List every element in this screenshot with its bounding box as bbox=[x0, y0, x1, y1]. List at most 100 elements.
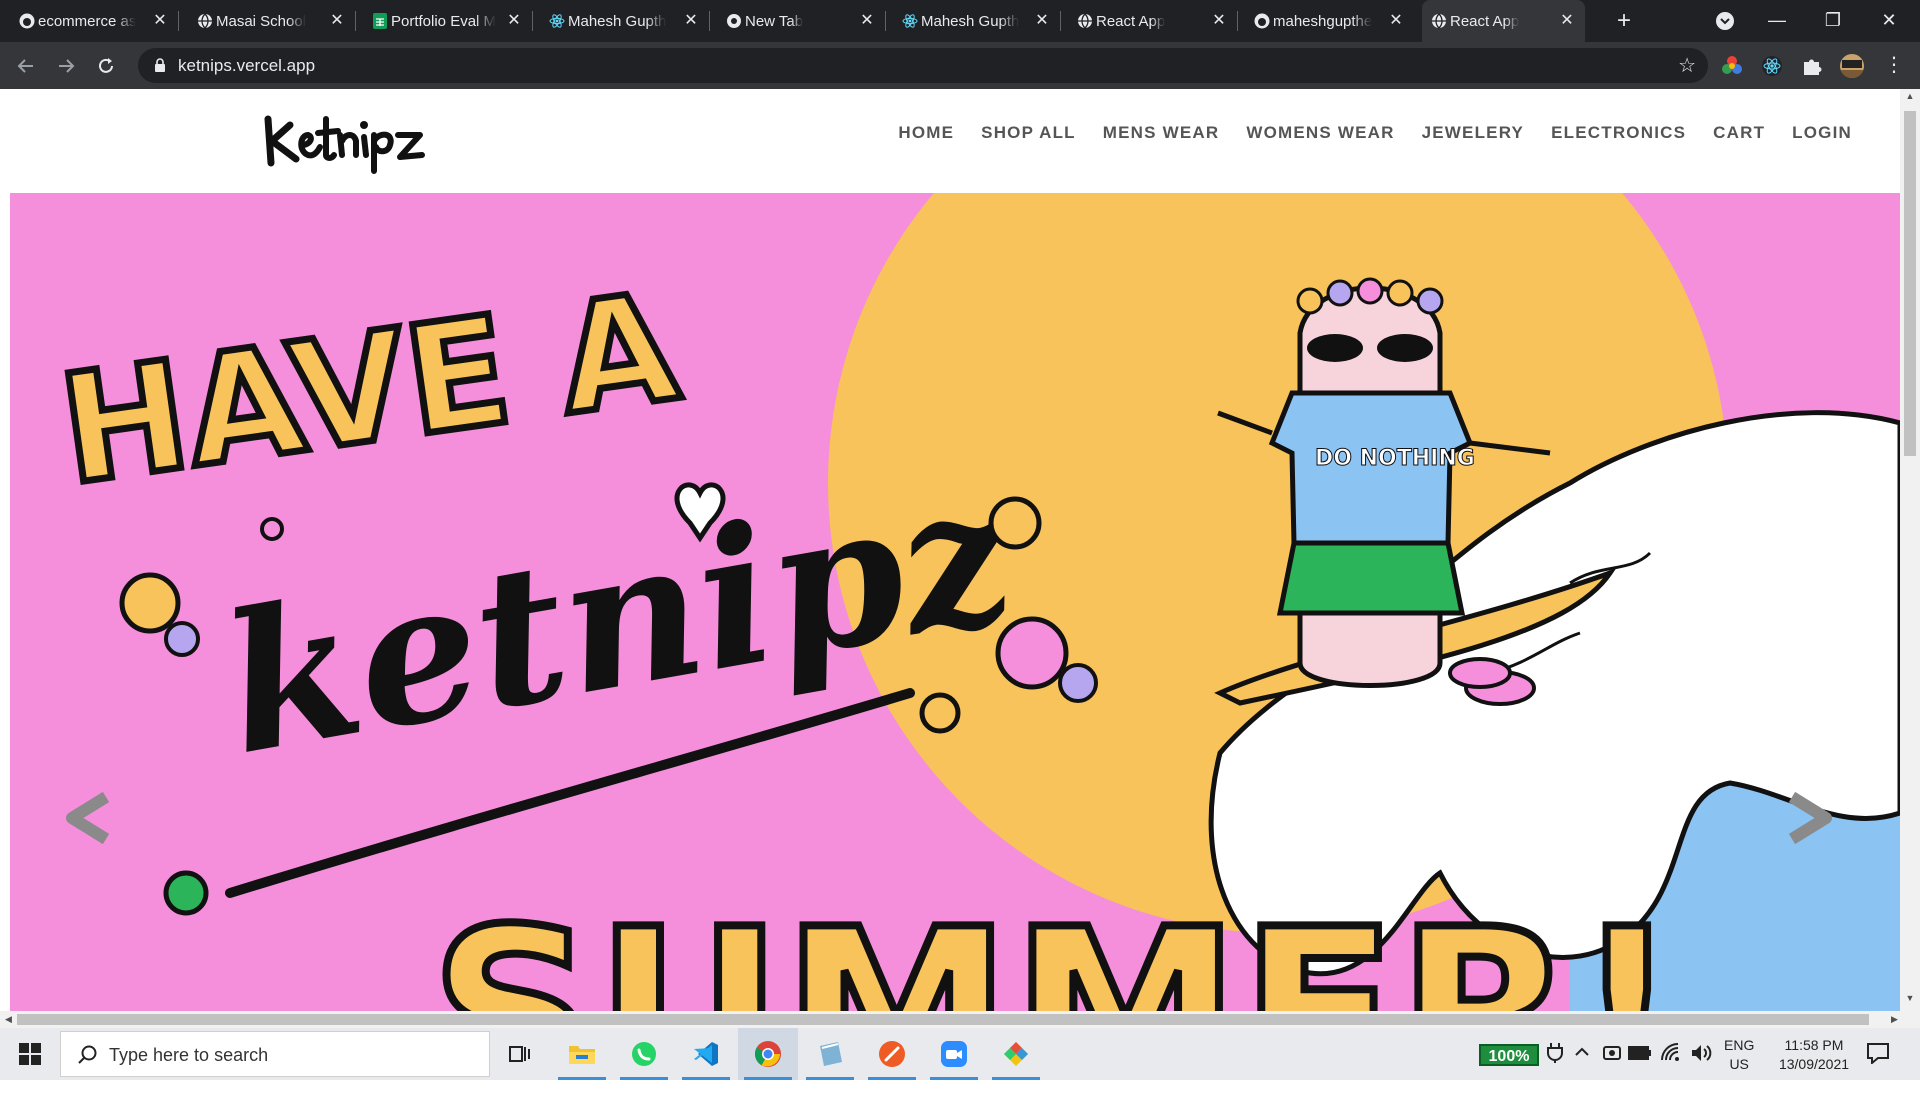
tab-close-button[interactable]: ✕ bbox=[857, 11, 877, 31]
tab-close-button[interactable]: ✕ bbox=[150, 11, 170, 31]
show-hidden-icons-chevron-icon[interactable] bbox=[1572, 1042, 1592, 1094]
tab-search-button[interactable] bbox=[1700, 0, 1750, 42]
tab-close-button[interactable]: ✕ bbox=[327, 11, 347, 31]
tab-separator bbox=[709, 11, 710, 31]
file-explorer-button[interactable] bbox=[552, 1028, 612, 1080]
bookmark-star-icon[interactable]: ☆ bbox=[1678, 53, 1696, 78]
scroll-left-arrow[interactable]: ◀ bbox=[0, 1011, 17, 1028]
flower-doodle bbox=[119, 572, 181, 634]
arrow-left-icon bbox=[17, 59, 33, 73]
carousel-prev-button[interactable] bbox=[58, 783, 118, 853]
github-icon bbox=[1253, 12, 1271, 30]
browser-tab[interactable]: ecommerce as ✕ bbox=[10, 0, 179, 42]
language-indicator[interactable]: ENG US bbox=[1724, 1036, 1754, 1088]
browser-tab[interactable]: Mahesh Gupth ✕ bbox=[893, 0, 1061, 42]
vscode-button[interactable] bbox=[676, 1028, 736, 1080]
browser-menu-button[interactable]: ⋮ bbox=[1878, 50, 1910, 82]
tab-separator bbox=[355, 11, 356, 31]
headline-bottom: SUMMER! bbox=[430, 881, 1679, 1011]
horizontal-scroll-thumb[interactable] bbox=[17, 1014, 1869, 1025]
new-tab-button[interactable]: + bbox=[1608, 6, 1640, 38]
browser-toolbar: ketnips.vercel.app ☆ ⋮ bbox=[0, 42, 1920, 89]
postman-button[interactable] bbox=[862, 1028, 922, 1080]
clock[interactable]: 11:58 PM 13/09/2021 bbox=[1764, 1036, 1864, 1088]
notification-center-icon[interactable] bbox=[1866, 1042, 1890, 1094]
zoom-button[interactable] bbox=[924, 1028, 984, 1080]
git-app-button[interactable] bbox=[986, 1028, 1046, 1080]
nav-link-mens-wear[interactable]: MENS WEAR bbox=[1103, 123, 1220, 143]
power-plug-icon[interactable] bbox=[1546, 1042, 1564, 1094]
wifi-icon[interactable] bbox=[1660, 1042, 1682, 1094]
react-icon bbox=[548, 12, 566, 30]
notes-app-button[interactable] bbox=[800, 1028, 860, 1080]
postman-icon bbox=[879, 1041, 905, 1067]
close-window-button[interactable]: ✕ bbox=[1864, 0, 1914, 42]
tab-close-button[interactable]: ✕ bbox=[1386, 11, 1406, 31]
grass-skirt bbox=[1276, 540, 1466, 616]
nav-link-cart[interactable]: CART bbox=[1713, 123, 1765, 143]
tab-close-button[interactable]: ✕ bbox=[1209, 11, 1229, 31]
meet-now-icon[interactable] bbox=[1602, 1043, 1622, 1095]
vertical-scrollbar[interactable]: ▲ ▼ bbox=[1900, 89, 1920, 1011]
minimize-button[interactable]: — bbox=[1752, 0, 1802, 42]
horizontal-scrollbar[interactable]: ◀ ▶ bbox=[0, 1011, 1920, 1028]
chevron-down-icon bbox=[1716, 12, 1734, 30]
tab-close-button[interactable]: ✕ bbox=[1032, 11, 1052, 31]
chrome-icon bbox=[725, 12, 743, 30]
main-nav: HOME SHOP ALL MENS WEAR WOMENS WEAR JEWELERY… bbox=[871, 123, 1852, 143]
globe-icon bbox=[196, 12, 214, 30]
page-viewport: HOME SHOP ALL MENS WEAR WOMENS WEAR JEWELERY… bbox=[0, 89, 1900, 1011]
nav-link-home[interactable]: HOME bbox=[898, 123, 954, 143]
tab-title: Mahesh Gupth bbox=[568, 12, 667, 30]
task-view-button[interactable] bbox=[490, 1028, 550, 1080]
browser-tab[interactable]: Portfolio Eval M ✕ bbox=[363, 0, 533, 42]
chevron-right-icon bbox=[1788, 791, 1832, 845]
browser-tab[interactable]: Mahesh Gupth ✕ bbox=[540, 0, 710, 42]
restore-button[interactable]: ❐ bbox=[1808, 0, 1858, 42]
tab-separator bbox=[1237, 11, 1238, 31]
search-icon bbox=[78, 1045, 97, 1064]
scroll-up-arrow[interactable]: ▲ bbox=[1900, 91, 1920, 107]
scroll-right-arrow[interactable]: ▶ bbox=[1886, 1011, 1903, 1028]
task-view-icon bbox=[509, 1046, 530, 1062]
browser-tab[interactable]: maheshgupthe ✕ bbox=[1245, 0, 1414, 42]
globe-icon bbox=[1430, 12, 1448, 30]
react-devtools-extension-icon[interactable] bbox=[1760, 54, 1784, 78]
ketnipz-logo[interactable] bbox=[262, 105, 427, 175]
address-bar[interactable]: ketnips.vercel.app ☆ bbox=[138, 48, 1708, 83]
tab-separator bbox=[1060, 11, 1061, 31]
avatar-base bbox=[1840, 70, 1864, 78]
whatsapp-button[interactable] bbox=[614, 1028, 674, 1080]
nav-link-shop-all[interactable]: SHOP ALL bbox=[981, 123, 1076, 143]
tab-close-button[interactable]: ✕ bbox=[681, 11, 701, 31]
color-picker-extension-icon[interactable] bbox=[1720, 54, 1744, 78]
tab-close-button[interactable]: ✕ bbox=[504, 11, 524, 31]
extensions-puzzle-icon[interactable] bbox=[1800, 54, 1824, 78]
chrome-button[interactable] bbox=[738, 1028, 798, 1080]
scroll-down-arrow[interactable]: ▼ bbox=[1900, 993, 1920, 1009]
battery-icon[interactable] bbox=[1628, 1045, 1652, 1097]
browser-tab[interactable]: React App ✕ bbox=[1068, 0, 1238, 42]
vertical-scroll-thumb[interactable] bbox=[1904, 111, 1916, 456]
windows-logo-icon bbox=[19, 1043, 41, 1065]
whatsapp-icon bbox=[632, 1042, 656, 1066]
reload-button[interactable] bbox=[90, 50, 122, 82]
taskbar-search[interactable]: Type here to search bbox=[60, 1031, 490, 1077]
nav-link-login[interactable]: LOGIN bbox=[1792, 123, 1852, 143]
video-camera-icon bbox=[941, 1041, 967, 1067]
tab-title: React App bbox=[1450, 12, 1520, 30]
tab-close-button[interactable]: ✕ bbox=[1557, 11, 1577, 31]
start-button[interactable] bbox=[0, 1028, 60, 1080]
browser-tab[interactable]: React App ✕ bbox=[1422, 0, 1585, 42]
volume-icon[interactable] bbox=[1690, 1042, 1712, 1094]
forward-button[interactable] bbox=[50, 50, 82, 82]
nav-link-electronics[interactable]: ELECTRONICS bbox=[1551, 123, 1686, 143]
browser-tab[interactable]: New Tab ✕ bbox=[717, 0, 886, 42]
nav-link-womens-wear[interactable]: WOMENS WEAR bbox=[1246, 123, 1394, 143]
browser-tab[interactable]: Masai School ✕ bbox=[188, 0, 356, 42]
tab-title: Mahesh Gupth bbox=[921, 12, 1020, 30]
nav-link-jewelery[interactable]: JEWELERY bbox=[1422, 123, 1525, 143]
back-button[interactable] bbox=[10, 50, 42, 82]
carousel-next-button[interactable] bbox=[1780, 783, 1840, 853]
profile-avatar[interactable] bbox=[1840, 54, 1864, 78]
